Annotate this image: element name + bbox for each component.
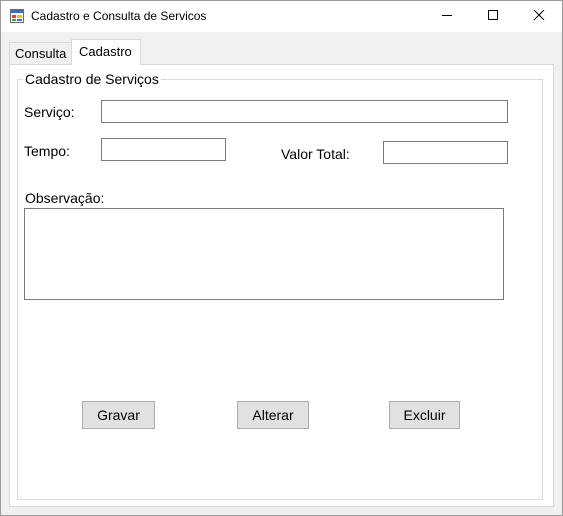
maximize-icon <box>487 8 499 26</box>
observacao-textarea[interactable] <box>24 208 504 300</box>
alterar-button[interactable]: Alterar <box>237 401 309 429</box>
valor-total-input[interactable] <box>383 141 508 164</box>
title-bar: Cadastro e Consulta de Servicos <box>1 1 562 32</box>
tempo-input[interactable] <box>101 138 226 161</box>
observacao-label: Observação: <box>25 190 105 206</box>
valor-total-label: Valor Total: <box>281 146 350 162</box>
maximize-button[interactable] <box>470 1 516 32</box>
servico-input[interactable] <box>101 100 508 123</box>
tab-cadastro[interactable]: Cadastro <box>71 39 141 65</box>
close-icon <box>533 8 545 26</box>
minimize-icon <box>441 8 453 26</box>
gravar-button[interactable]: Gravar <box>82 401 155 429</box>
tempo-label: Tempo: <box>24 143 70 159</box>
close-button[interactable] <box>516 1 562 32</box>
app-window: Cadastro e Consulta de Servicos Consulta… <box>0 0 563 516</box>
servico-label: Serviço: <box>24 104 75 120</box>
minimize-button[interactable] <box>424 1 470 32</box>
groupbox-title: Cadastro de Serviços <box>23 71 161 87</box>
excluir-button[interactable]: Excluir <box>389 401 460 429</box>
app-window-icon <box>10 9 24 23</box>
tab-consulta[interactable]: Consulta <box>9 42 72 64</box>
window-title: Cadastro e Consulta de Servicos <box>31 9 207 23</box>
